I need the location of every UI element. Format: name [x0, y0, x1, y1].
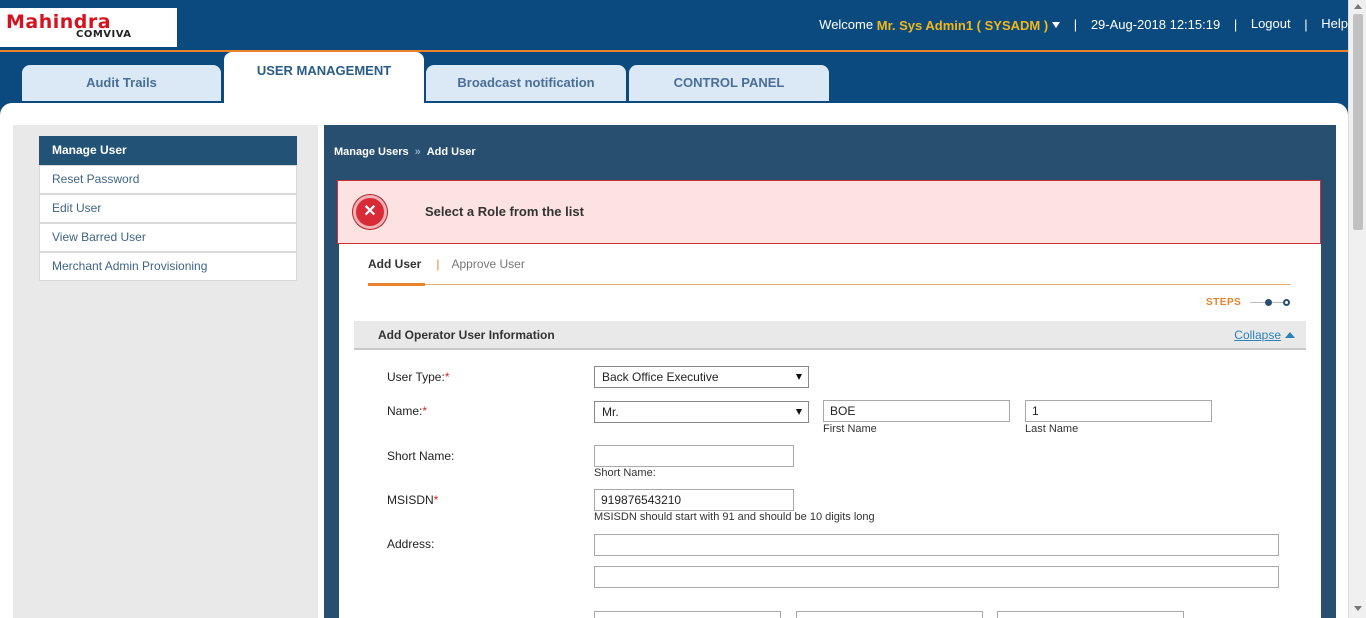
form-panel: ✕ Select a Role from the list Add User | A…: [337, 180, 1321, 618]
scroll-up-arrow-icon[interactable]: [1354, 4, 1362, 9]
step-indicator-current: [1265, 299, 1272, 306]
nav-separator: |: [1073, 17, 1078, 33]
user-menu[interactable]: Mr. Sys Admin1 ( SYSADM ): [876, 17, 1061, 33]
short-name-label: Short Name:: [387, 449, 455, 463]
sidebar-menu: Manage User Reset Password Edit User Vie…: [39, 136, 297, 281]
msisdn-label: MSISDN*: [387, 493, 438, 507]
address-line1-input[interactable]: [594, 534, 1279, 556]
address-label: Address:: [387, 537, 435, 551]
subtab-add-user[interactable]: Add User: [368, 257, 421, 271]
chevron-down-icon[interactable]: [1052, 22, 1061, 29]
alert-message: Select a Role from the list: [425, 204, 584, 219]
required-mark: *: [422, 404, 428, 418]
first-name-input[interactable]: BOE: [823, 400, 1010, 422]
breadcrumb-add-user: Add User: [426, 146, 476, 158]
sidebar-item-merchant-admin-provisioning[interactable]: Merchant Admin Provisioning: [39, 252, 297, 281]
logout-link[interactable]: Logout: [1251, 16, 1291, 31]
address-city-input[interactable]: [594, 611, 781, 618]
sidebar-item-edit-user[interactable]: Edit User: [39, 194, 297, 223]
nav-separator: |: [1304, 17, 1308, 33]
dropdown-arrow-icon: [796, 374, 802, 380]
tab-control-panel[interactable]: CONTROL PANEL: [629, 65, 829, 101]
first-name-caption: First Name: [823, 423, 877, 435]
page-scrollbar[interactable]: [1348, 0, 1366, 618]
breadcrumb-separator-icon: »: [414, 146, 421, 158]
breadcrumb-manage-users[interactable]: Manage Users: [334, 146, 409, 158]
name-label-text: Name:: [387, 404, 423, 418]
sidebar-item-reset-password[interactable]: Reset Password: [39, 165, 297, 194]
user-type-value: Back Office Executive: [602, 370, 719, 384]
subtab-separator: |: [436, 257, 440, 271]
name-label: Name:*: [387, 404, 427, 418]
scroll-down-arrow-icon[interactable]: [1354, 606, 1362, 611]
tab-audit-trails[interactable]: Audit Trails: [22, 65, 221, 101]
user-type-select[interactable]: Back Office Executive: [594, 366, 809, 388]
collapse-label: Collapse: [1234, 328, 1281, 342]
last-name-caption: Last Name: [1025, 423, 1079, 435]
msisdn-label-text: MSISDN: [387, 493, 434, 507]
name-prefix-value: Mr.: [602, 405, 619, 419]
required-mark: *: [444, 370, 450, 384]
user-type-label-text: User Type:: [387, 370, 445, 384]
last-name-input[interactable]: 1: [1025, 400, 1212, 422]
caret-up-icon: [1285, 332, 1295, 338]
top-header: Mahindra COMVIVA Welcome Mr. Sys Admin1 …: [0, 0, 1348, 50]
address-zip-input[interactable]: [997, 611, 1184, 618]
breadcrumb: Manage Users » Add User: [334, 146, 476, 158]
logo-sub-text: COMVIVA: [76, 29, 132, 40]
address-line2-input[interactable]: [594, 566, 1279, 588]
msisdn-input[interactable]: 919876543210: [594, 489, 794, 511]
datetime: 29-Aug-2018 12:15:19: [1090, 17, 1221, 33]
address-state-input[interactable]: [796, 611, 983, 618]
collapse-link[interactable]: Collapse: [1234, 328, 1295, 342]
subtab-active-indicator: [368, 283, 425, 286]
dropdown-arrow-icon: [796, 409, 802, 415]
user-type-label: User Type:*: [387, 370, 449, 384]
error-alert: ✕ Select a Role from the list: [337, 180, 1321, 244]
user-name: Mr. Sys Admin1 ( SYSADM ): [876, 17, 1049, 33]
subtab-rule: [368, 284, 1291, 285]
top-nav: Welcome Mr. Sys Admin1 ( SYSADM ) | 29-A…: [819, 16, 1348, 33]
section-title: Add Operator User Information: [378, 328, 555, 342]
steps-label: STEPS: [1206, 297, 1242, 308]
nav-separator: |: [1233, 17, 1238, 33]
required-mark: *: [433, 493, 439, 507]
subtabs: Add User | Approve User: [368, 257, 525, 284]
tab-broadcast-notification[interactable]: Broadcast notification: [426, 65, 626, 101]
company-logo: Mahindra COMVIVA: [0, 8, 177, 47]
tab-user-management[interactable]: USER MANAGEMENT: [224, 52, 424, 108]
step-indicator-next: [1283, 299, 1290, 306]
error-x-icon: ✕: [353, 195, 387, 229]
msisdn-hint: MSISDN should start with 91 and should b…: [594, 511, 875, 523]
help-link[interactable]: Help: [1321, 16, 1348, 31]
welcome-label: Welcome: [819, 17, 874, 33]
section-header: Add Operator User Information Collapse: [354, 321, 1306, 350]
subtab-approve-user[interactable]: Approve User: [451, 257, 524, 271]
scrollbar-thumb[interactable]: [1353, 14, 1363, 230]
sidebar-item-view-barred-user[interactable]: View Barred User: [39, 223, 297, 252]
short-name-input[interactable]: [594, 445, 794, 467]
main-tabs: Audit Trails USER MANAGEMENT Broadcast n…: [0, 52, 1348, 108]
name-prefix-select[interactable]: Mr.: [594, 401, 809, 423]
sidebar-item-manage-user[interactable]: Manage User: [39, 136, 297, 165]
main-content: Manage Users » Add User ✕ Select a Role fr…: [324, 125, 1336, 618]
short-name-caption: Short Name:: [594, 467, 656, 479]
